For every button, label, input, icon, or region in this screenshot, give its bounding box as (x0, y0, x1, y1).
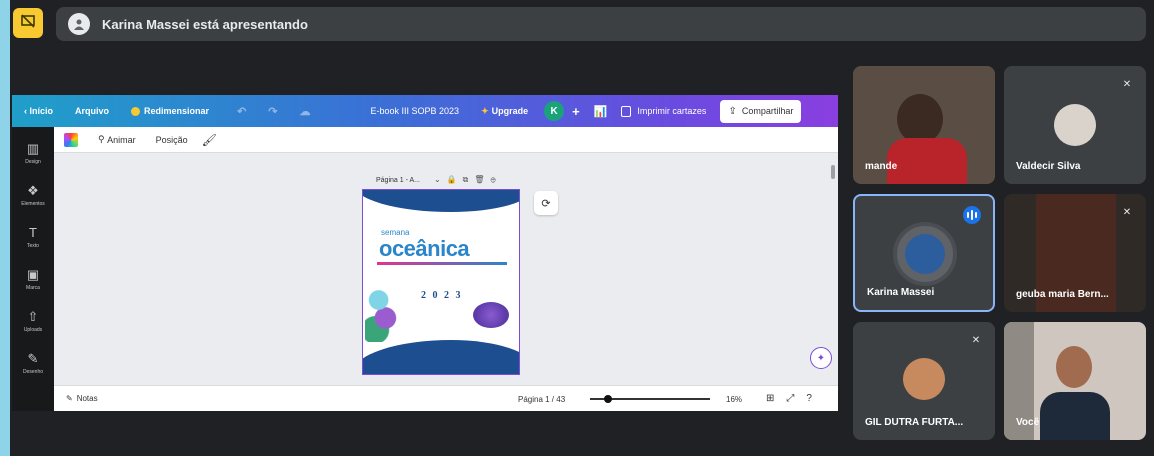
insights-icon[interactable]: 📊 (594, 105, 608, 118)
upgrade-button[interactable]: ✦ Upgrade (481, 106, 528, 117)
sidebar-item-draw[interactable]: ✎ Desenho (12, 351, 54, 375)
position-button[interactable]: Posição (156, 135, 188, 145)
canva-toolbar: ⚲ Animar Posição 🖌 (54, 127, 838, 153)
sidebar-item-uploads[interactable]: ⇧ Uploads (12, 309, 54, 333)
cover-logo-text: oceânica (379, 236, 470, 261)
cover-year: 2 0 2 3 (421, 290, 463, 301)
participant-tile-gil[interactable]: ✕ GIL DUTRA FURTA... (853, 322, 995, 440)
avatar-photo (905, 234, 945, 274)
participant-video (1056, 346, 1092, 388)
sidebar-item-elements[interactable]: ❖ Elementos (12, 183, 54, 207)
present-off-icon (20, 13, 36, 34)
star-icon: ✦ (481, 105, 489, 116)
add-collaborator-icon[interactable]: + (572, 104, 580, 119)
text-icon: T (29, 225, 37, 240)
magic-assistant-icon[interactable]: ✦ (810, 347, 832, 369)
zoom-slider[interactable] (590, 395, 710, 403)
avatar (903, 358, 945, 400)
sidebar-item-design[interactable]: ▥ Design (12, 141, 54, 165)
animate-button[interactable]: ⚲ Animar (98, 134, 136, 145)
mic-off-icon: ✕ (971, 335, 981, 346)
animate-icon: ⚲ (98, 134, 108, 144)
cover-wave-top (363, 190, 519, 212)
participant-tile-karina[interactable]: Karina Massei (853, 194, 995, 312)
presenter-banner[interactable]: Karina Massei está apresentando (56, 7, 1146, 41)
participant-shirt (1040, 392, 1110, 440)
draw-icon: ✎ (27, 351, 39, 366)
zoom-slider-knob[interactable] (604, 395, 612, 403)
canvas-area: Página 1 - A... ⌄🔒⧉🗑⊕ semana oceânica 2 … (54, 153, 838, 385)
participant-tile-valdecir[interactable]: ✕ Valdecir Silva (1004, 66, 1146, 184)
resize-button[interactable]: Redimensionar (131, 106, 209, 116)
brand-icon: ▣ (26, 267, 40, 282)
share-button[interactable]: ⇪ Compartilhar (720, 99, 802, 123)
print-posters-button[interactable]: Imprimir cartazes (621, 105, 706, 117)
participant-name: GIL DUTRA FURTA... (865, 417, 964, 428)
elements-icon: ❖ (27, 183, 39, 198)
notes-icon: ✎ (66, 394, 73, 403)
vertical-scrollbar[interactable] (830, 153, 836, 385)
participant-name: Valdecir Silva (1016, 161, 1081, 172)
coral-illustration (365, 282, 399, 342)
participant-tile-mande[interactable]: mande (853, 66, 995, 184)
participant-shirt (887, 138, 967, 184)
page-title-label[interactable]: Página 1 - A... (376, 177, 420, 184)
sidebar-item-brand[interactable]: ▣ Marca (12, 267, 54, 291)
left-edge-strip (0, 0, 10, 456)
participant-name: Você (1016, 417, 1040, 428)
design-page[interactable]: semana oceânica 2 0 2 3 (362, 189, 520, 375)
participant-tile-you[interactable]: Você (1004, 322, 1146, 440)
refresh-icon[interactable]: ⟳ (534, 191, 558, 215)
undo-icon[interactable]: ↶ (237, 105, 246, 118)
shared-screen-canva: ‹ Início Arquivo Redimensionar ↶ ↷ ☁ E-b… (12, 95, 838, 411)
cover-wave-bottom (363, 340, 519, 374)
stop-presenting-button[interactable] (13, 8, 43, 38)
presenter-avatar-icon (68, 13, 90, 35)
notes-button[interactable]: ✎ Notas (66, 394, 98, 403)
paint-format-icon[interactable]: 🖌 (202, 133, 217, 147)
color-picker-icon[interactable] (64, 132, 78, 147)
page-actions-icons[interactable]: ⌄🔒⧉🗑⊕ (434, 175, 502, 185)
presenter-banner-text: Karina Massei está apresentando (102, 16, 308, 32)
design-icon: ▥ (26, 141, 40, 156)
user-avatar[interactable]: K (544, 101, 565, 121)
participant-name: mande (865, 161, 898, 172)
view-controls-icons[interactable]: ⊞⤢? (766, 393, 824, 404)
mic-off-icon: ✕ (1122, 79, 1132, 90)
participant-name: geuba maria Bern... (1016, 289, 1109, 300)
crown-icon (131, 106, 141, 116)
zoom-percentage[interactable]: 16% (726, 395, 742, 404)
canva-header: ‹ Início Arquivo Redimensionar ↶ ↷ ☁ E-b… (12, 95, 838, 127)
canva-sidebar: ▥ Design ❖ Elementos T Texto ▣ Marca ⇧ Upload… (12, 127, 54, 411)
avatar (1054, 104, 1096, 146)
turtle-illustration (473, 302, 509, 328)
canva-footer: ✎ Notas Página 1 / 43 16% ⊞⤢? (54, 385, 838, 411)
cover-tagline (377, 262, 507, 265)
page-indicator[interactable]: Página 1 / 43 (518, 395, 565, 404)
participant-tile-geuba[interactable]: ✕ geuba maria Bern... (1004, 194, 1146, 312)
document-title[interactable]: E-book III SOPB 2023 (371, 106, 460, 116)
share-icon: ⇪ (728, 105, 737, 117)
file-menu[interactable]: Arquivo (75, 106, 109, 116)
upload-icon: ⇧ (27, 309, 39, 324)
mic-off-icon: ✕ (1122, 207, 1132, 218)
speaking-indicator-icon (963, 206, 981, 224)
cloud-sync-icon[interactable]: ☁ (300, 105, 311, 118)
participant-name: Karina Massei (867, 287, 935, 298)
home-button[interactable]: ‹ Início (24, 106, 53, 116)
print-icon (621, 105, 632, 117)
page-bar: Página 1 - A... ⌄🔒⧉🗑⊕ (376, 173, 556, 187)
participant-video (897, 94, 943, 144)
redo-icon[interactable]: ↷ (268, 105, 277, 118)
sidebar-item-text[interactable]: T Texto (12, 225, 54, 249)
